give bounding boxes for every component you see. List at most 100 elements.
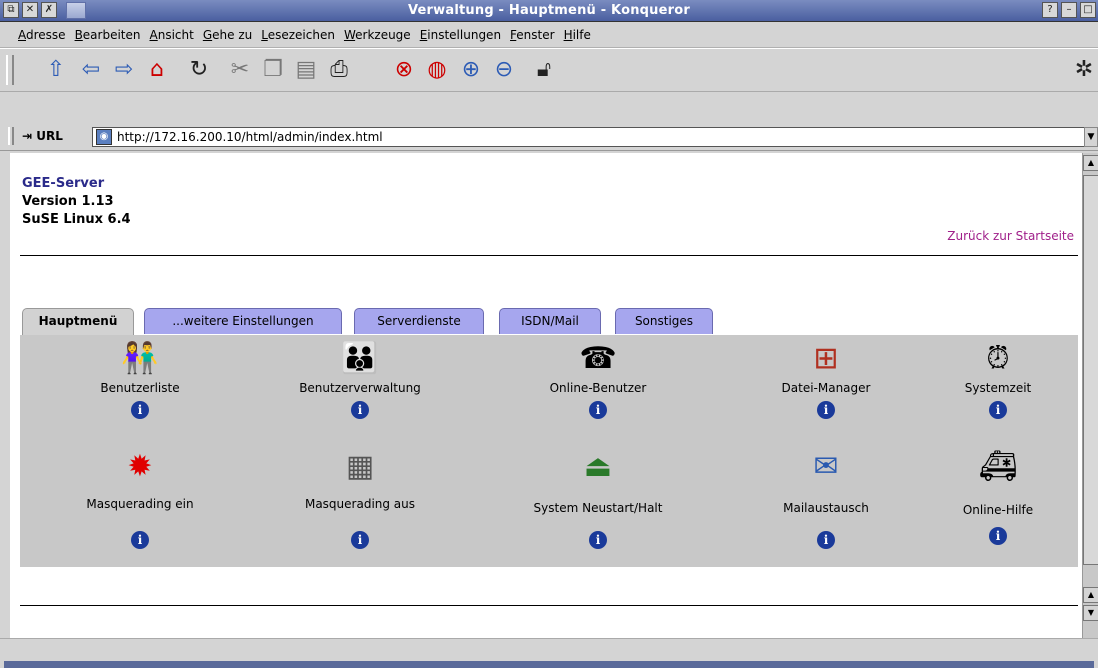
back-icon[interactable]: ⇦	[77, 56, 105, 84]
clock-icon[interactable]: ⏰︎	[898, 339, 1098, 379]
find-icon[interactable]: ◍	[423, 56, 451, 84]
system-restart-icon[interactable]: ⏏	[498, 447, 698, 487]
zoom-in-icon[interactable]: ⊕	[457, 56, 485, 84]
divider-bottom	[20, 605, 1078, 606]
info-icon[interactable]: i	[131, 531, 149, 549]
item-label[interactable]: Datei-Manager	[726, 381, 926, 395]
file-manager-icon[interactable]: ⊞	[726, 339, 926, 379]
menu-bearbeiten[interactable]: Bearbeiten	[75, 28, 141, 42]
help-icon[interactable]: ?	[1042, 2, 1058, 18]
tab-hauptmenu[interactable]: Hauptmenü	[22, 308, 134, 336]
toolbar-handle[interactable]	[6, 55, 14, 85]
print-icon[interactable]: ⎙	[325, 56, 353, 84]
reload-icon[interactable]: ↻	[185, 56, 213, 84]
menu-fenster[interactable]: Fenster	[510, 28, 555, 42]
server-os: SuSE Linux 6.4	[22, 212, 131, 227]
info-icon[interactable]: i	[131, 401, 149, 419]
item-label[interactable]: Online-Hilfe	[898, 503, 1098, 517]
item-benutzerliste[interactable]: 👫 Benutzerliste i	[40, 339, 240, 419]
stop-icon[interactable]: ⊗	[390, 56, 418, 84]
url-input[interactable]: http://172.16.200.10/html/admin/index.ht…	[92, 127, 1088, 147]
info-icon[interactable]: i	[989, 401, 1007, 419]
item-label[interactable]: Benutzerliste	[40, 381, 240, 395]
online-users-icon[interactable]: ☎	[498, 339, 698, 379]
scrollbar-thumb[interactable]	[1083, 175, 1098, 565]
item-online-hilfe[interactable]: 🚑︎ Online-Hilfe i	[898, 447, 1098, 545]
toolbar: ⇧ ⇦ ⇨ ⌂ ↻ ✂ ❐ ▤ ⎙ ⊗ ◍ ⊕ ⊖ 🔓︎ ✲	[0, 48, 1098, 92]
menu-werkzeuge[interactable]: Werkzeuge	[344, 28, 411, 42]
item-label[interactable]: Online-Benutzer	[498, 381, 698, 395]
menu-ansicht[interactable]: Ansicht	[150, 28, 194, 42]
item-label[interactable]: System Neustart/Halt	[498, 501, 698, 515]
back-to-start-link[interactable]: Zurück zur Startseite	[947, 229, 1074, 243]
users-list-icon[interactable]: 👫	[40, 339, 240, 379]
server-version: Version 1.13	[22, 194, 114, 209]
vertical-scrollbar[interactable]: ▲ ▲ ▼	[1082, 153, 1098, 638]
menu-adresse[interactable]: Adresse	[18, 28, 66, 42]
tab-weitere-einstellungen[interactable]: ...weitere Einstellungen	[144, 308, 342, 334]
info-icon[interactable]: i	[351, 531, 369, 549]
copy-icon[interactable]: ❐	[259, 56, 287, 84]
item-label[interactable]: Masquerading ein	[40, 497, 240, 511]
item-datei-manager[interactable]: ⊞ Datei-Manager i	[726, 339, 926, 419]
page-content: GEE-Server Version 1.13 SuSE Linux 6.4 Z…	[10, 153, 1082, 638]
item-online-benutzer[interactable]: ☎ Online-Benutzer i	[498, 339, 698, 419]
location-bar: ⇥ URL http://172.16.200.10/html/admin/in…	[0, 123, 1098, 151]
window-title: Verwaltung - Hauptmenü - Konqueror	[407, 3, 690, 18]
zoom-out-icon[interactable]: ⊖	[490, 56, 518, 84]
menu-gehe-zu[interactable]: Gehe zu	[203, 28, 252, 42]
item-masquerading-ein[interactable]: ✹ Masquerading ein i	[40, 447, 240, 549]
item-system-neustart-halt[interactable]: ⏏ System Neustart/Halt i	[498, 447, 698, 549]
item-masquerading-aus[interactable]: ▦ Masquerading aus i	[260, 447, 460, 549]
scroll-up-button[interactable]: ▲	[1083, 155, 1098, 171]
clear-location-icon[interactable]: ⇥	[22, 129, 36, 143]
item-label[interactable]: Benutzerverwaltung	[260, 381, 460, 395]
title-bar: ⧉ ✕ ✗ Verwaltung - Hauptmenü - Konqueror…	[0, 0, 1098, 22]
tab-sonstiges[interactable]: Sonstiges	[615, 308, 713, 334]
info-icon[interactable]: i	[817, 401, 835, 419]
divider-top	[20, 255, 1078, 256]
mail-exchange-icon[interactable]: ✉	[726, 447, 926, 487]
home-icon[interactable]: ⌂	[143, 56, 171, 84]
forward-icon[interactable]: ⇨	[110, 56, 138, 84]
server-info: GEE-Server Version 1.13 SuSE Linux 6.4	[22, 175, 131, 229]
server-name: GEE-Server	[22, 176, 105, 191]
tab-isdn-mail[interactable]: ISDN/Mail	[499, 308, 601, 334]
item-systemzeit[interactable]: ⏰︎ Systemzeit i	[898, 339, 1098, 419]
item-mailaustausch[interactable]: ✉ Mailaustausch i	[726, 447, 926, 549]
info-icon[interactable]: i	[589, 401, 607, 419]
scroll-down-button[interactable]: ▼	[1083, 605, 1098, 621]
info-icon[interactable]: i	[351, 401, 369, 419]
maximize-icon[interactable]: □	[1080, 2, 1096, 18]
scroll-up-button[interactable]: ▲	[1083, 587, 1098, 603]
up-icon[interactable]: ⇧	[42, 56, 70, 84]
status-bar	[0, 638, 1098, 668]
menu-bar: Adresse Bearbeiten Ansicht Gehe zu Lesez…	[0, 22, 1098, 48]
item-label[interactable]: Masquerading aus	[260, 497, 460, 511]
masquerading-on-icon[interactable]: ✹	[40, 447, 240, 487]
tab-serverdienste[interactable]: Serverdienste	[354, 308, 484, 334]
item-label[interactable]: Systemzeit	[898, 381, 1098, 395]
minimize-icon[interactable]: –	[1061, 2, 1077, 18]
main-menu-panel: 👫 Benutzerliste i 👪 Benutzerverwaltung i…	[20, 335, 1078, 567]
security-lock-icon[interactable]: 🔓︎	[530, 56, 558, 84]
item-label[interactable]: Mailaustausch	[726, 501, 926, 515]
menu-einstellungen[interactable]: Einstellungen	[420, 28, 501, 42]
page-icon: ◉	[96, 129, 112, 145]
user-management-icon[interactable]: 👪	[260, 339, 460, 379]
item-benutzerverwaltung[interactable]: 👪 Benutzerverwaltung i	[260, 339, 460, 419]
konqueror-logo-icon: ✲	[1074, 57, 1094, 82]
ambulance-help-icon[interactable]: 🚑︎	[898, 447, 1098, 487]
url-label: ⇥ URL	[22, 129, 63, 143]
location-bar-handle[interactable]	[8, 127, 14, 145]
info-icon[interactable]: i	[817, 531, 835, 549]
url-dropdown-button[interactable]: ▼	[1084, 127, 1098, 147]
menu-lesezeichen[interactable]: Lesezeichen	[261, 28, 335, 42]
info-icon[interactable]: i	[989, 527, 1007, 545]
info-icon[interactable]: i	[589, 531, 607, 549]
menu-hilfe[interactable]: Hilfe	[564, 28, 591, 42]
masquerading-off-icon[interactable]: ▦	[260, 447, 460, 487]
paste-icon[interactable]: ▤	[292, 56, 320, 84]
taskbar-strip	[4, 661, 1094, 668]
cut-icon[interactable]: ✂	[226, 56, 254, 84]
